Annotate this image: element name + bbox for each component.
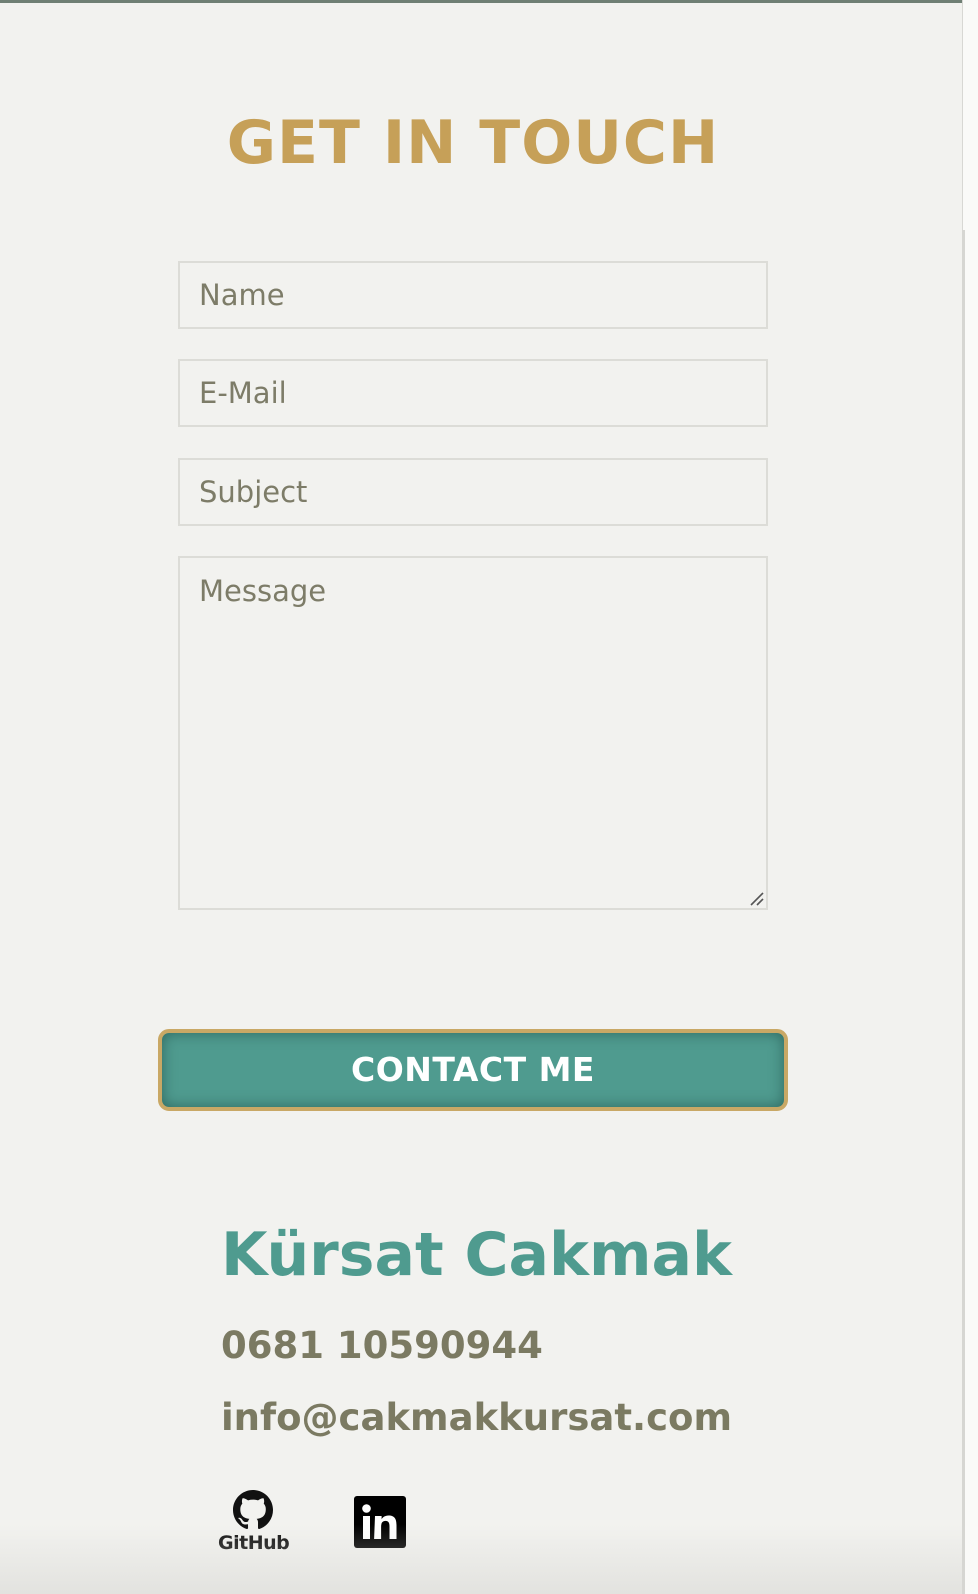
email-link[interactable]: info@cakmakkursat.com xyxy=(221,1394,732,1442)
email-input[interactable] xyxy=(178,359,768,427)
phone-number: 0681 10590944 xyxy=(221,1324,543,1367)
github-icon xyxy=(233,1490,273,1530)
owner-name: Kürsat Cakmak xyxy=(221,1220,732,1290)
github-link[interactable]: GitHub xyxy=(218,1490,290,1556)
linkedin-link[interactable] xyxy=(354,1496,406,1548)
contact-page: GET IN TOUCH CONTACT ME Kürsat Cakmak 06… xyxy=(0,0,962,1594)
subject-input[interactable] xyxy=(178,458,768,526)
contact-me-button[interactable]: CONTACT ME xyxy=(158,1029,788,1111)
top-border xyxy=(0,0,962,3)
scrollbar-track[interactable] xyxy=(962,230,965,1594)
github-label: GitHub xyxy=(218,1532,290,1554)
bottom-shade xyxy=(0,1524,962,1594)
name-input[interactable] xyxy=(178,261,768,329)
linkedin-icon xyxy=(354,1496,406,1548)
message-textarea[interactable] xyxy=(178,556,768,910)
section-title: GET IN TOUCH xyxy=(226,108,720,178)
resize-grip-icon[interactable] xyxy=(748,890,764,906)
